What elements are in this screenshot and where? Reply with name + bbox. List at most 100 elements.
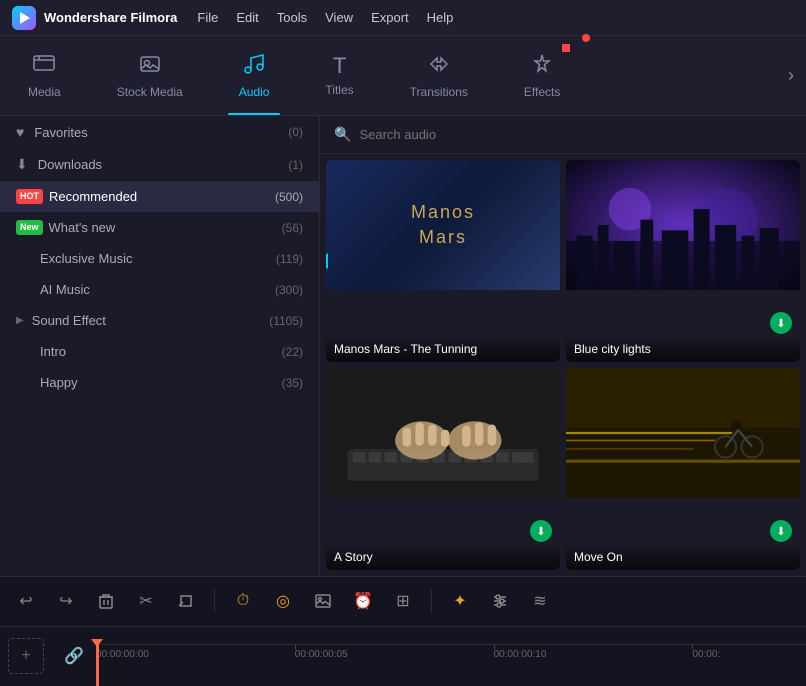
menu-tools[interactable]: Tools [277, 10, 307, 25]
speed-button[interactable]: ⏰ [347, 585, 379, 617]
timestamp-1: 00:00:00:05 [295, 649, 348, 660]
download-btn-blue-city[interactable]: ⬇ [770, 312, 792, 334]
menu-edit[interactable]: Edit [236, 10, 258, 25]
sound-effect-arrow: ▶ [16, 315, 24, 326]
timeline-toolbar: ↩ ↪ ✂ ⏱ ◎ ⏰ ⊞ [0, 577, 806, 627]
happy-count: (35) [282, 376, 303, 390]
tab-effects[interactable]: Effects [496, 36, 588, 115]
new-badge: New [16, 220, 43, 235]
audio-card-move-on[interactable]: ⬇ Move On [566, 368, 800, 570]
downloads-count: (1) [288, 158, 303, 172]
separator-1 [214, 589, 215, 613]
crop-button[interactable] [170, 585, 202, 617]
stock-media-icon [138, 53, 162, 79]
tab-audio[interactable]: Audio [211, 36, 298, 115]
adjust-button[interactable] [484, 585, 516, 617]
timestamp-0: 00:00:00:00 [96, 649, 149, 660]
tab-transitions[interactable]: Transitions [382, 36, 496, 115]
tab-titles[interactable]: T Titles [297, 36, 381, 115]
audio-waveform-button[interactable]: ≋ [524, 585, 556, 617]
sidebar-item-downloads[interactable]: ⬇ Downloads (1) [0, 148, 319, 181]
whats-new-count: (56) [282, 221, 303, 235]
redo-button[interactable]: ↪ [50, 585, 82, 617]
menu-file[interactable]: File [197, 10, 218, 25]
separator-2 [431, 589, 432, 613]
delete-button[interactable] [90, 585, 122, 617]
download-btn-move-on[interactable]: ⬇ [770, 520, 792, 542]
exclusive-music-label: Exclusive Music [40, 251, 276, 266]
search-input[interactable] [359, 127, 792, 142]
expand-button[interactable]: ⊞ [387, 585, 419, 617]
toolbar: Media Stock Media Audio T Titles [0, 36, 806, 116]
whats-new-label: What's new [49, 220, 282, 235]
download-btn-a-story[interactable]: ⬇ [530, 520, 552, 542]
recommended-count: (500) [275, 190, 303, 204]
link-button[interactable]: 🔗 [56, 638, 92, 674]
tab-titles-label: Titles [325, 83, 353, 97]
color-wheel-button[interactable]: ◎ [267, 585, 299, 617]
sidebar-item-intro[interactable]: Intro (22) [0, 336, 319, 367]
undo-button[interactable]: ↩ [10, 585, 42, 617]
main-content: ♥ Favorites (0) ⬇ Downloads (1) HOT Reco… [0, 116, 806, 576]
menu-view[interactable]: View [325, 10, 353, 25]
ai-music-label: AI Music [40, 282, 275, 297]
ai-button[interactable]: ✦ [444, 585, 476, 617]
search-icon: 🔍 [334, 126, 351, 143]
app-logo: Wondershare Filmora [12, 6, 177, 30]
manos-mars-thumbnail: ManosMars [326, 160, 560, 290]
exclusive-music-count: (119) [276, 252, 303, 266]
sidebar-item-exclusive-music[interactable]: Exclusive Music (119) [0, 243, 319, 274]
sidebar-item-happy[interactable]: Happy (35) [0, 367, 319, 398]
play-arrow-manos [326, 253, 328, 269]
content-area: 🔍 ManosMars Manos Mars - The Tunning [320, 116, 806, 576]
sidebar-item-sound-effect[interactable]: ▶ Sound Effect (1105) [0, 305, 319, 336]
audio-card-manos-mars[interactable]: ManosMars Manos Mars - The Tunning [326, 160, 560, 362]
effects-notification-dot [562, 44, 570, 52]
manos-mars-label: Manos Mars - The Tunning [326, 336, 560, 362]
audio-card-blue-city[interactable]: ⬇ Blue city lights [566, 160, 800, 362]
favorites-count: (0) [288, 125, 303, 139]
media-icon [32, 53, 56, 79]
tab-transitions-label: Transitions [410, 85, 468, 99]
move-on-label: Move On [566, 544, 800, 570]
ruler-timestamps: 00:00:00:00 00:00:00:05 00:00:00:10 00:0… [96, 644, 806, 680]
app-name: Wondershare Filmora [44, 10, 177, 25]
transitions-icon [427, 53, 451, 79]
tab-stock-media-label: Stock Media [117, 85, 183, 99]
timeline-area: ↩ ↪ ✂ ⏱ ◎ ⏰ ⊞ [0, 576, 806, 686]
menu-bar: Wondershare Filmora File Edit Tools View… [0, 0, 806, 36]
main-menu: File Edit Tools View Export Help [197, 10, 453, 25]
cut-button[interactable]: ✂ [130, 585, 162, 617]
sidebar-item-ai-music[interactable]: AI Music (300) [0, 274, 319, 305]
sidebar-item-whats-new[interactable]: New What's new (56) [0, 212, 319, 243]
happy-label: Happy [40, 375, 282, 390]
timer-button[interactable]: ⏱ [227, 585, 259, 617]
hot-badge: HOT [16, 189, 43, 204]
audio-card-a-story[interactable]: ⬇ A Story [326, 368, 560, 570]
sidebar: ♥ Favorites (0) ⬇ Downloads (1) HOT Reco… [0, 116, 320, 576]
sidebar-item-favorites[interactable]: ♥ Favorites (0) [0, 116, 319, 148]
ruler-track: + 🔗 00:00:00:00 00:00:00:05 00:00:00:10 … [0, 627, 806, 686]
tab-media[interactable]: Media [0, 36, 89, 115]
blue-city-label: Blue city lights [566, 336, 800, 362]
timestamp-3: 00:00: [692, 649, 720, 660]
favorites-icon: ♥ [16, 124, 24, 140]
toolbar-more-btn[interactable]: › [776, 65, 806, 86]
playhead[interactable] [96, 645, 99, 686]
search-bar: 🔍 [320, 116, 806, 154]
sidebar-item-recommended[interactable]: HOT Recommended (500) [0, 181, 319, 212]
add-track-button[interactable]: + [8, 638, 44, 674]
timestamp-2: 00:00:00:10 [494, 649, 547, 660]
intro-count: (22) [282, 345, 303, 359]
move-on-thumbnail [566, 368, 800, 498]
audio-grid: ManosMars Manos Mars - The Tunning [320, 154, 806, 576]
timeline-ruler: + 🔗 00:00:00:00 00:00:00:05 00:00:00:10 … [0, 627, 806, 686]
tab-audio-label: Audio [239, 85, 270, 99]
audio-icon [242, 53, 266, 79]
tab-stock-media[interactable]: Stock Media [89, 36, 211, 115]
tab-media-label: Media [28, 85, 61, 99]
sound-effect-label: Sound Effect [32, 313, 270, 328]
image-tool-button[interactable] [307, 585, 339, 617]
menu-export[interactable]: Export [371, 10, 409, 25]
menu-help[interactable]: Help [427, 10, 454, 25]
